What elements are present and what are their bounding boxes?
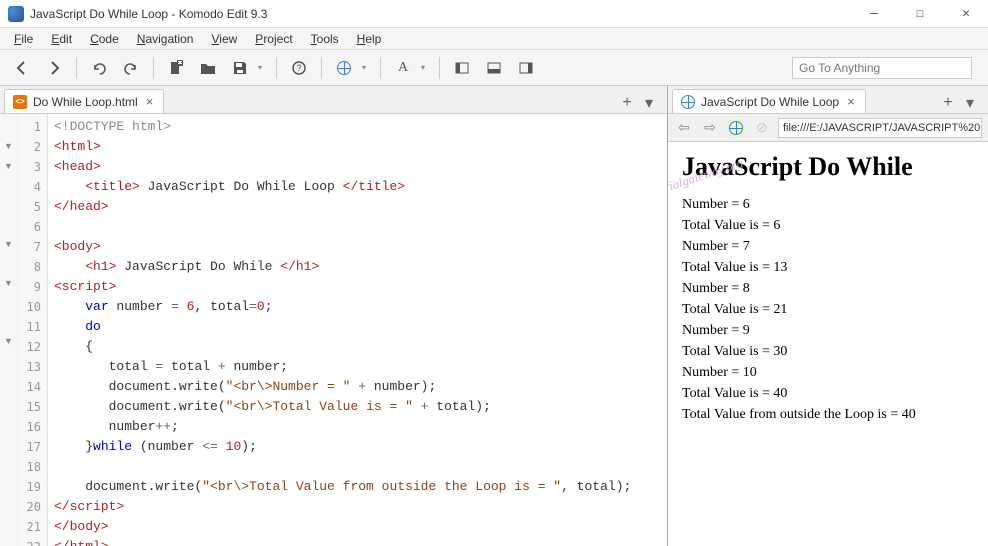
menu-code[interactable]: Code: [82, 30, 127, 48]
layout-right-button[interactable]: [512, 54, 540, 82]
preview-reload-button[interactable]: [726, 118, 746, 138]
fold-gutter[interactable]: ▼▼▼▼▼: [0, 114, 18, 546]
web-button[interactable]: [330, 54, 358, 82]
save-button[interactable]: [226, 54, 254, 82]
preview-stop-button[interactable]: ⊘: [752, 118, 772, 138]
preview-heading: JavaScript Do While: [682, 152, 974, 182]
preview-output: Number = 6Total Value is = 6Number = 7To…: [682, 194, 974, 425]
line-number-gutter: 12345678910111213141516171819202122: [18, 114, 48, 546]
editor-tab[interactable]: <> Do While Loop.html ×: [4, 89, 164, 113]
preview-pane: JavaScript Do While Loop × + ▾ ⇦ ⇨ ⊘ fil…: [668, 86, 988, 546]
preview-forward-button[interactable]: ⇨: [700, 118, 720, 138]
go-to-anything[interactable]: [792, 57, 972, 79]
preview-content: ©tutorialgateway.org JavaScript Do While…: [668, 142, 988, 546]
preview-url-bar[interactable]: file:///E:/JAVASCRIPT/JAVASCRIPT%20E: [778, 118, 982, 138]
editor-tab-label: Do While Loop.html: [33, 95, 138, 109]
close-preview-tab-icon[interactable]: ×: [845, 94, 857, 109]
app-icon: [8, 6, 24, 22]
preview-toolbar: ⇦ ⇨ ⊘ file:///E:/JAVASCRIPT/JAVASCRIPT%2…: [668, 114, 988, 142]
close-tab-icon[interactable]: ×: [144, 94, 156, 109]
undo-button[interactable]: [85, 54, 113, 82]
globe-reload-icon: [729, 121, 743, 135]
menu-help[interactable]: Help: [349, 30, 390, 48]
preview-tabbar: JavaScript Do While Loop × + ▾: [668, 86, 988, 114]
layout-left-button[interactable]: [448, 54, 476, 82]
maximize-button[interactable]: ☐: [906, 4, 934, 24]
minimize-button[interactable]: —: [860, 4, 888, 24]
menu-project[interactable]: Project: [247, 30, 300, 48]
menu-file[interactable]: File: [6, 30, 41, 48]
menu-navigation[interactable]: Navigation: [129, 30, 202, 48]
editor-tabbar: <> Do While Loop.html × + ▾: [0, 86, 667, 114]
window-controls: — ☐ ✕: [860, 4, 980, 24]
go-to-anything-input[interactable]: [792, 57, 972, 79]
tab-menu-button[interactable]: ▾: [639, 93, 659, 113]
globe-icon: [337, 61, 351, 75]
menu-bar: File Edit Code Navigation View Project T…: [0, 28, 988, 50]
forward-button[interactable]: [40, 54, 68, 82]
new-preview-tab-button[interactable]: +: [938, 93, 958, 113]
window-title: JavaScript Do While Loop - Komodo Edit 9…: [30, 7, 860, 21]
layout-bottom-button[interactable]: [480, 54, 508, 82]
code-area[interactable]: <!DOCTYPE html><html><head> <title> Java…: [48, 114, 667, 546]
back-button[interactable]: [8, 54, 36, 82]
code-editor[interactable]: ▼▼▼▼▼ 1234567891011121314151617181920212…: [0, 114, 667, 546]
redo-button[interactable]: [117, 54, 145, 82]
html-file-icon: <>: [13, 95, 27, 109]
menu-edit[interactable]: Edit: [43, 30, 80, 48]
main-area: <> Do While Loop.html × + ▾ ▼▼▼▼▼ 123456…: [0, 86, 988, 546]
preview-tab[interactable]: JavaScript Do While Loop ×: [672, 89, 866, 113]
globe-icon: [681, 95, 695, 109]
preview-back-button[interactable]: ⇦: [674, 118, 694, 138]
menu-view[interactable]: View: [203, 30, 245, 48]
save-dropdown[interactable]: ▾: [258, 63, 268, 72]
toolbar: ▾ ? ▾ A ▾: [0, 50, 988, 86]
new-tab-button[interactable]: +: [617, 93, 637, 113]
svg-text:?: ?: [296, 63, 301, 73]
editor-pane: <> Do While Loop.html × + ▾ ▼▼▼▼▼ 123456…: [0, 86, 668, 546]
menu-tools[interactable]: Tools: [303, 30, 347, 48]
help-button[interactable]: ?: [285, 54, 313, 82]
preview-tab-menu-button[interactable]: ▾: [960, 93, 980, 113]
open-file-button[interactable]: [194, 54, 222, 82]
preview-tab-label: JavaScript Do While Loop: [701, 95, 839, 109]
web-dropdown[interactable]: ▾: [362, 63, 372, 72]
font-button[interactable]: A: [389, 54, 417, 82]
new-file-button[interactable]: [162, 54, 190, 82]
close-window-button[interactable]: ✕: [952, 4, 980, 24]
font-dropdown[interactable]: ▾: [421, 63, 431, 72]
title-bar: JavaScript Do While Loop - Komodo Edit 9…: [0, 0, 988, 28]
